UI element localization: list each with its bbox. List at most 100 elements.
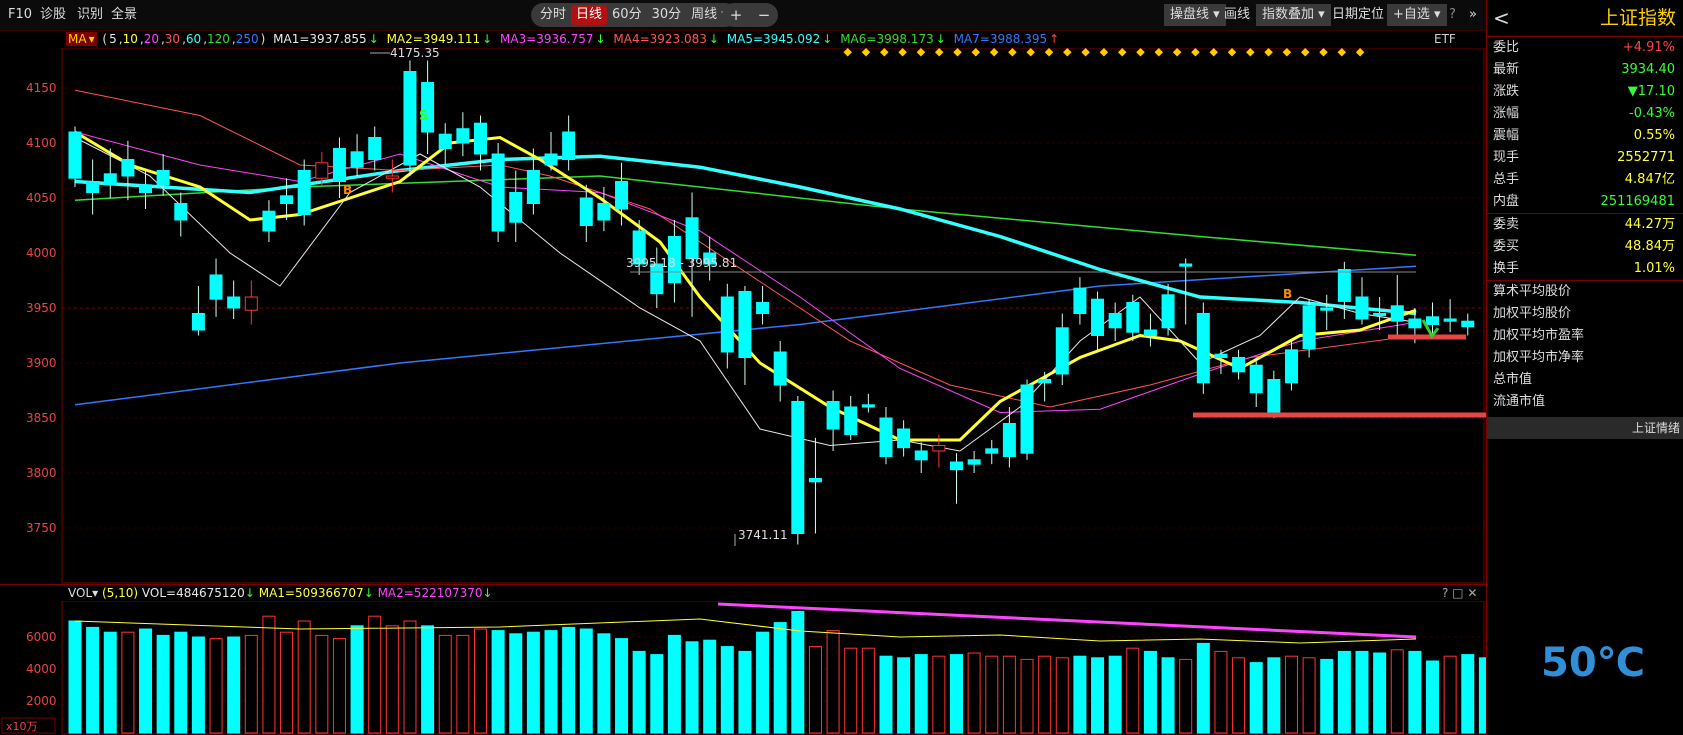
f10-button[interactable]: F10 [8, 5, 32, 25]
price-tick: 3750 [26, 521, 57, 535]
candle [1426, 316, 1440, 325]
watchlist-button[interactable]: +自选 ▾ [1387, 4, 1447, 26]
identify-button[interactable]: 识别 [77, 5, 103, 25]
candle [209, 274, 223, 300]
volume-bar [1390, 649, 1404, 734]
candle [1390, 305, 1404, 322]
volume-bar [579, 628, 593, 734]
draw-line-button[interactable]: 画线 [1218, 4, 1256, 26]
tab-intraday[interactable]: 分时 [535, 5, 571, 25]
volume-bar [1337, 650, 1351, 734]
candle [897, 428, 911, 449]
quote-row: 最新 3934.40 [1487, 59, 1683, 81]
quote-label: 换手 [1493, 261, 1520, 276]
candle [1302, 305, 1316, 350]
volume-bar [879, 655, 893, 734]
zoom-out-button[interactable]: − [758, 6, 771, 24]
volume-bar [280, 631, 294, 734]
volume-chart[interactable]: 6000 4000 2000 x10万 [0, 601, 1486, 735]
candle [385, 175, 399, 179]
volume-tick: 2000 [26, 694, 57, 708]
quote-value: -0.43% [1629, 106, 1675, 121]
volume-bar [1143, 650, 1157, 734]
stat-row[interactable]: 算术平均股价 [1487, 281, 1683, 303]
vol-panel-icons[interactable]: ? □ ✕ [1442, 585, 1477, 602]
candle [1038, 379, 1052, 384]
volume-bar [86, 626, 100, 734]
volume-bar [297, 620, 311, 734]
date-locate-button[interactable]: 日期定位 [1326, 4, 1390, 26]
buy-signal: B [1283, 287, 1292, 301]
diagnose-button[interactable]: 诊股 [40, 5, 66, 25]
diamond-marker [880, 48, 889, 57]
diamond-marker [1063, 48, 1072, 57]
candle [967, 459, 981, 465]
tab-60min[interactable]: 60分 [607, 5, 647, 25]
volume-bar [1214, 650, 1228, 734]
stat-row[interactable]: 加权平均市净率 [1487, 347, 1683, 369]
quote-value: 251169481 [1600, 194, 1675, 209]
help-icon[interactable]: ? [1443, 4, 1462, 26]
period-selector: 分时 日线 60分 30分 周线 ▾ [531, 3, 737, 27]
candle [403, 71, 417, 166]
diamond-markers [843, 48, 1365, 57]
low-label: 3741.11 [738, 528, 788, 542]
range-label: 3995.18 - 3995.81 [626, 256, 737, 270]
candle [421, 82, 435, 133]
candle [174, 203, 188, 221]
price-chart[interactable]: 4150 4100 4050 4000 3950 3900 3850 3800 3750 399… [0, 48, 1486, 584]
index-overlay-button[interactable]: 指数叠加 ▾ [1256, 4, 1331, 26]
collapse-icon[interactable]: » [1463, 4, 1483, 26]
candle [773, 351, 787, 386]
candle [227, 296, 241, 309]
panorama-button[interactable]: 全景 [111, 5, 137, 25]
candle [368, 137, 382, 160]
trading-line-button[interactable]: 操盘线 ▾ [1164, 4, 1226, 26]
diamond-marker [1209, 48, 1218, 57]
vol-ma1-value: MA1=509366707↓ [258, 586, 374, 600]
market-sentiment-header[interactable]: 上证情绪 [1487, 417, 1683, 439]
price-tick: 3900 [26, 356, 57, 370]
tab-daily[interactable]: 日线 [571, 5, 608, 25]
stat-row[interactable]: 流通市值 [1487, 391, 1683, 413]
volume-bar [121, 631, 135, 734]
volume-bar [791, 610, 805, 734]
candle [1355, 296, 1369, 320]
back-icon[interactable]: < [1493, 0, 1510, 36]
ma1-value: MA1=3937.855 ↓ [273, 32, 379, 46]
diamond-marker [1227, 48, 1237, 57]
chart-frame [61, 48, 1485, 584]
stat-row[interactable]: 加权平均股价 [1487, 303, 1683, 325]
quote-label: 震幅 [1493, 128, 1520, 143]
index-name: 上证指数 [1599, 7, 1676, 29]
ma4-line [74, 89, 1417, 408]
candle [1179, 263, 1193, 267]
zoom-in-button[interactable]: + [730, 6, 743, 24]
quote-row: 涨幅 -0.43% [1487, 103, 1683, 125]
quote-row: 现手 2552771 [1487, 147, 1683, 169]
price-tick: 4150 [26, 81, 57, 95]
vol-selector[interactable]: VOL▾ [68, 586, 98, 600]
ma-periods: (5,10,20,30,60,120,250) [102, 32, 266, 46]
volume-bar [1179, 658, 1193, 734]
diamond-marker [916, 48, 926, 57]
volume-bar [826, 630, 840, 734]
tab-30min[interactable]: 30分 [647, 5, 687, 25]
etf-link[interactable]: ETF [1434, 30, 1456, 48]
volume-bar [191, 636, 205, 734]
candle [544, 153, 558, 166]
price-grid [61, 48, 1485, 584]
volume-bar [1002, 655, 1016, 734]
stat-row[interactable]: 总市值 [1487, 369, 1683, 391]
candle [1232, 357, 1246, 373]
ma-indicator-bar: MA ▾ (5,10,20,30,60,120,250) MA1=3937.855… [0, 30, 1486, 48]
quote-value: 44.27万 [1624, 217, 1675, 232]
price-tick: 3800 [26, 466, 57, 480]
candle [350, 151, 364, 168]
toolbar: F10 诊股 识别 全景 分时 日线 60分 30分 周线 ▾ + − 操盘线 … [0, 0, 1486, 31]
candle [456, 128, 470, 144]
ma-selector[interactable]: MA ▾ [66, 32, 97, 46]
stat-row[interactable]: 加权平均市盈率 [1487, 325, 1683, 347]
diamond-marker [1264, 48, 1273, 57]
volume-bar [456, 634, 470, 734]
